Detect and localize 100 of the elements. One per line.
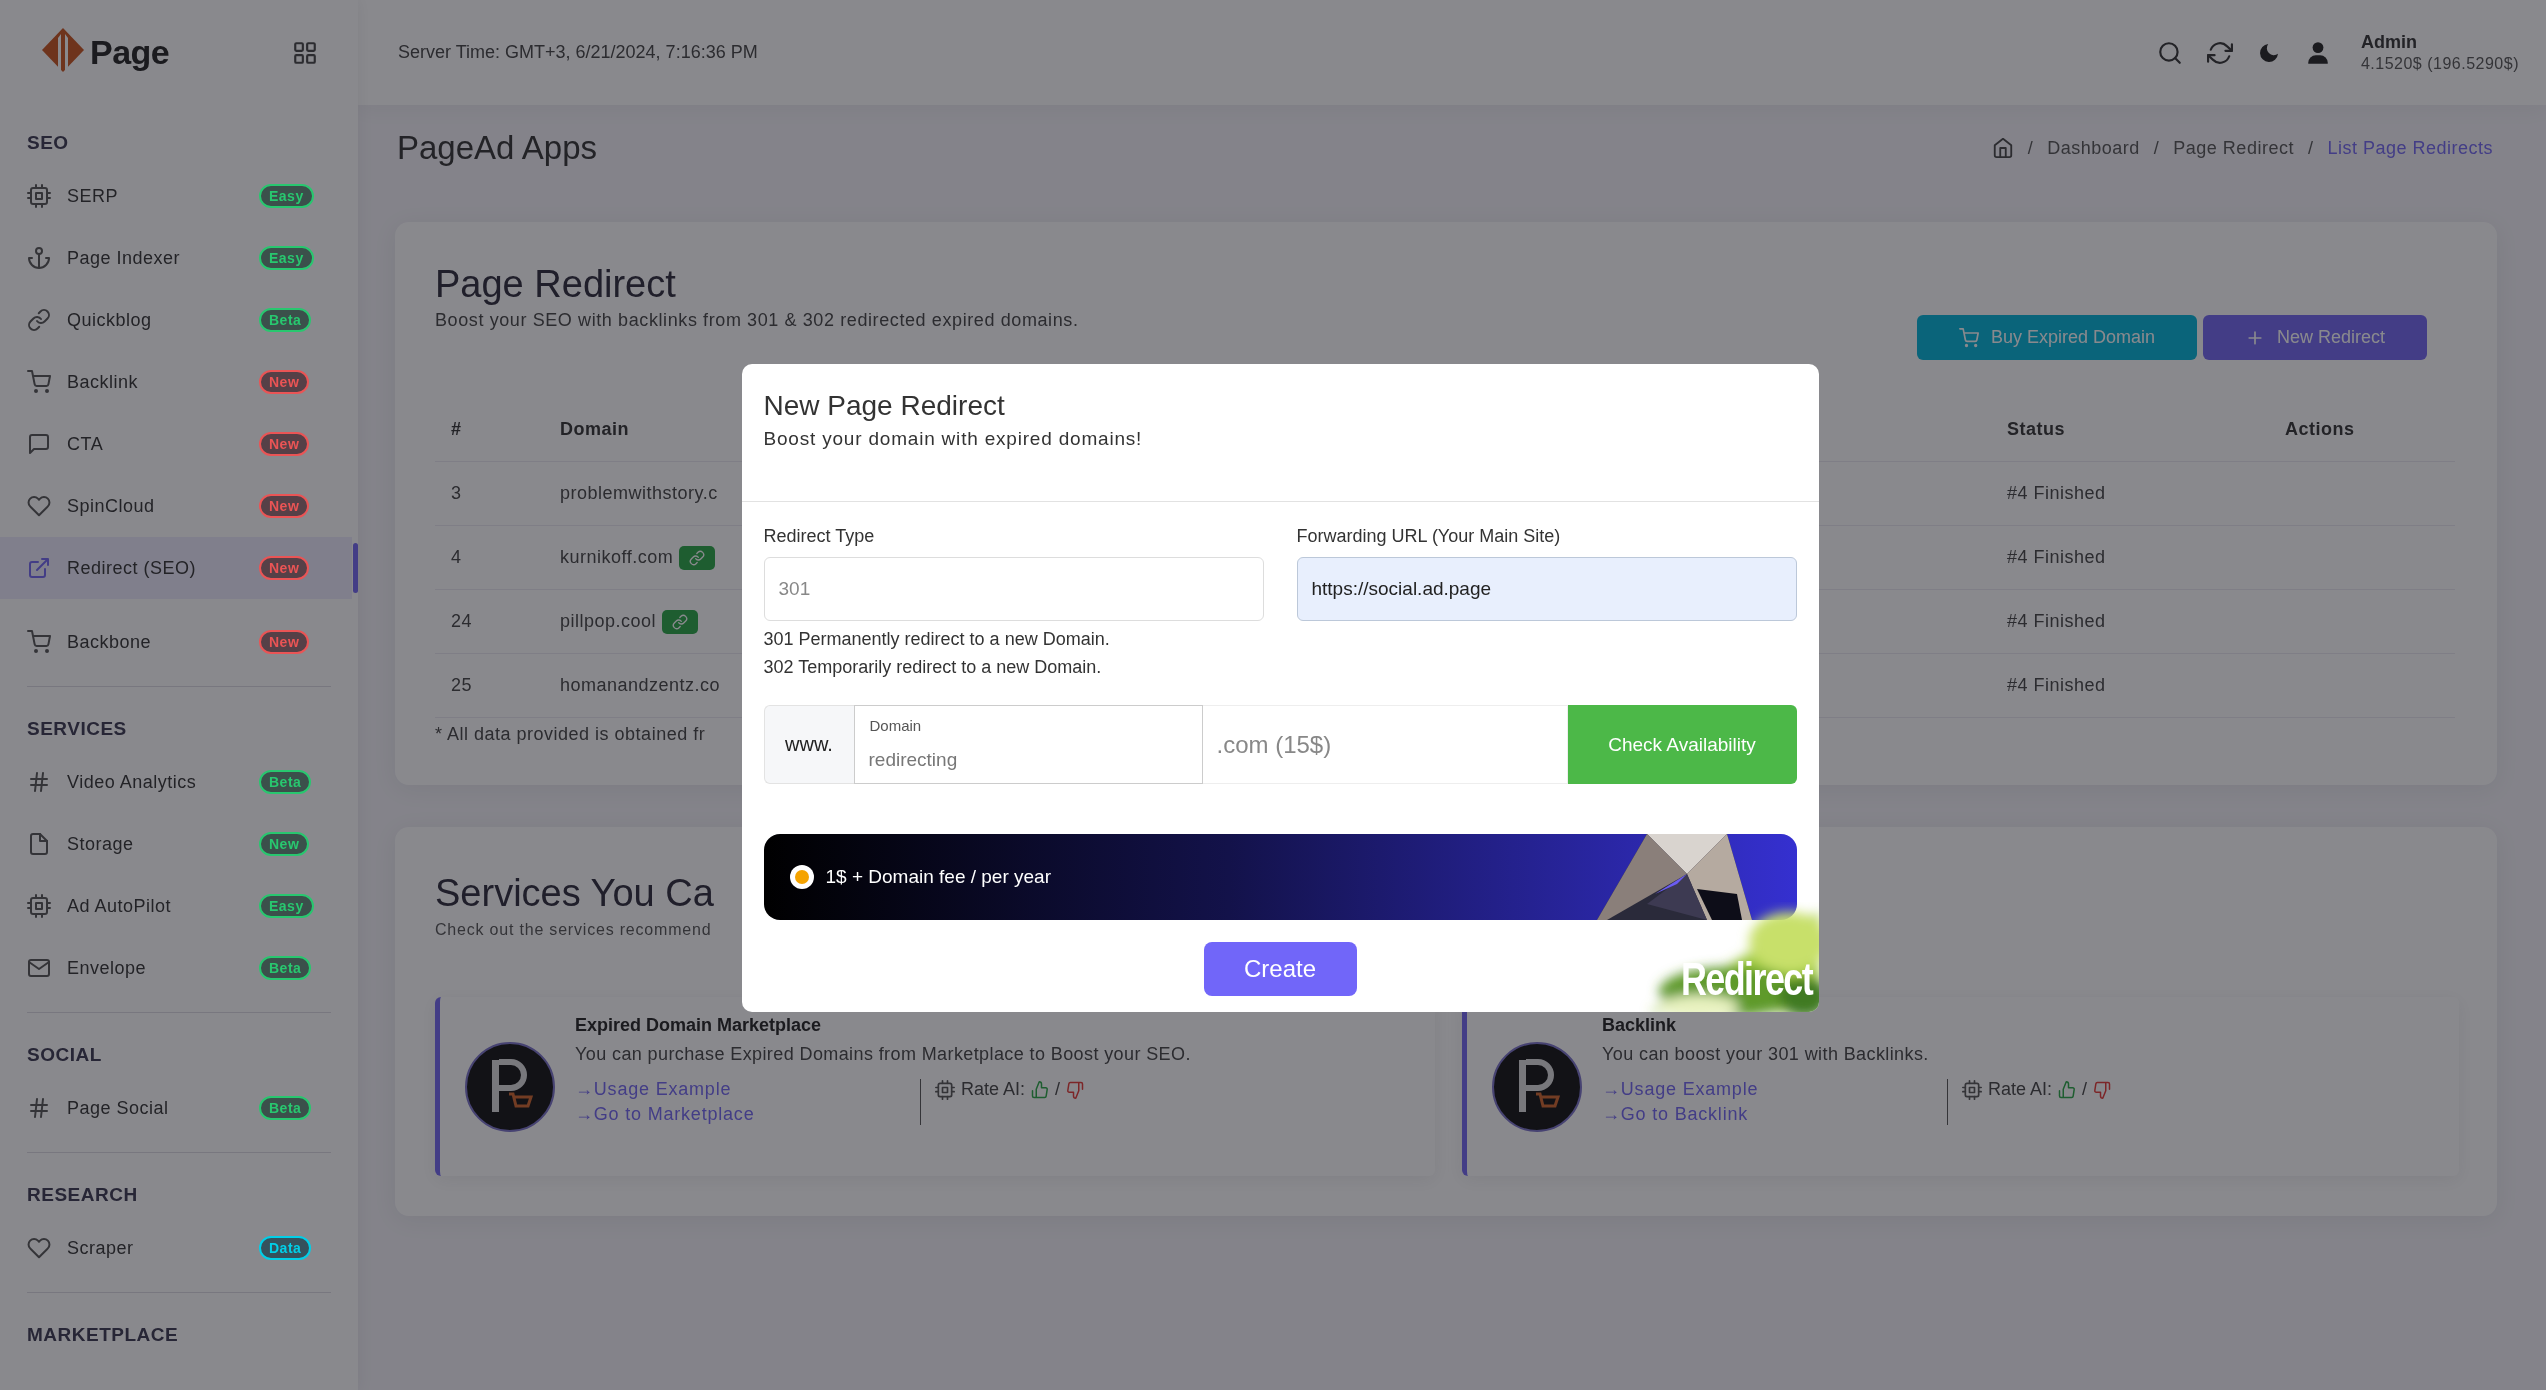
- heart-icon: [27, 1236, 51, 1260]
- status-badge: New: [259, 556, 310, 580]
- column-header: Domain: [560, 419, 629, 440]
- search-icon[interactable]: [2156, 39, 2183, 66]
- hash-icon: [27, 1096, 51, 1120]
- footnote: * All data provided is obtained fr: [435, 724, 706, 745]
- status-badge: Easy: [259, 184, 314, 208]
- link-badge[interactable]: [679, 545, 716, 570]
- grid-icon[interactable]: [292, 39, 318, 66]
- sidebar-item[interactable]: Quickblog Beta: [0, 289, 358, 351]
- status-badge: Beta: [259, 1096, 312, 1120]
- service-logo-icon: [1492, 1041, 1582, 1132]
- plan-label: 1$ + Domain fee / per year: [825, 866, 1051, 888]
- service-logo-icon: [465, 1041, 555, 1132]
- chip-icon: [27, 894, 51, 918]
- sidebar-item[interactable]: Page Indexer Easy: [0, 227, 358, 289]
- sidebar-item[interactable]: Backlink New: [0, 351, 358, 413]
- sidebar-item[interactable]: Scraper Data: [0, 1217, 358, 1279]
- chip-icon: [27, 184, 51, 208]
- service-title: Expired Domain Marketplace: [575, 1015, 823, 1036]
- service-description: You can boost your 301 with Backlinks.: [1602, 1044, 1930, 1065]
- section-heading: RESEARCH: [26, 1183, 139, 1207]
- service-link[interactable]: →Usage Example: [1602, 1079, 1947, 1100]
- field-label: Domain: [869, 717, 922, 734]
- server-time: Server Time: GMT+3, 6/21/2024, 7:16:36 PM: [398, 42, 759, 63]
- sidebar-item[interactable]: Storage New: [0, 813, 358, 875]
- service-link[interactable]: →Go to Marketplace: [575, 1104, 920, 1125]
- anchor-icon: [27, 246, 51, 270]
- breadcrumb-separator: /: [2307, 137, 2314, 159]
- field-label: Forwarding URL (Your Main Site): [1296, 525, 1562, 548]
- cart-icon: [1958, 327, 1979, 348]
- new-redirect-button[interactable]: New Redirect: [2202, 315, 2427, 360]
- status-badge: Easy: [259, 246, 314, 270]
- section-heading: SERVICES: [26, 717, 128, 741]
- column-header: Actions: [2285, 419, 2355, 440]
- status-badge: Beta: [259, 956, 312, 980]
- card-subtitle: Boost your SEO with backlinks from 301 & 302 redirected expired domains.: [435, 309, 1079, 332]
- breadcrumb-separator: /: [2153, 137, 2160, 159]
- sidebar-item[interactable]: Backbone New: [0, 611, 358, 673]
- section-heading: SOCIAL: [26, 1043, 103, 1067]
- rating-label: Rate AI:: [961, 1079, 1026, 1100]
- rating-separator: /: [1055, 1079, 1061, 1100]
- domain-cell: homanandzentz.co: [560, 675, 721, 696]
- table-cell-text: 4: [450, 547, 463, 568]
- sidebar-item[interactable]: SERP Easy: [0, 165, 358, 227]
- status-badge: Data: [259, 1236, 312, 1260]
- thumbs-down-icon[interactable]: [2093, 1080, 2112, 1099]
- breadcrumb-separator: /: [2027, 137, 2034, 159]
- sidebar-item[interactable]: CTA New: [0, 413, 358, 475]
- sidebar-item[interactable]: Ad AutoPilot Easy: [0, 875, 358, 937]
- chat-icon: [27, 432, 51, 456]
- hint-text: 302 Temporarily redirect to a new Domain.: [763, 656, 1103, 679]
- section-heading: MARKETPLACE: [26, 1323, 180, 1347]
- table-cell-text: 25: [450, 675, 474, 696]
- breadcrumb-link[interactable]: Dashboard: [2047, 137, 2140, 159]
- hash-icon: [27, 770, 51, 794]
- envelope-icon: [27, 956, 51, 980]
- check-availability-button[interactable]: Check Availability: [1567, 705, 1797, 784]
- sidebar-item[interactable]: Page Social Beta: [0, 1077, 358, 1139]
- domain-cell: kurnikoff.com: [560, 547, 674, 568]
- domain-suffix[interactable]: .com (15$): [1202, 705, 1568, 784]
- domain-cell: problemwithstory.c: [560, 483, 718, 504]
- logo-text: Page: [90, 33, 170, 72]
- user-name[interactable]: Admin: [2360, 32, 2519, 53]
- thumbs-down-icon[interactable]: [1066, 1080, 1085, 1099]
- service-link[interactable]: →Usage Example: [575, 1079, 920, 1100]
- status-badge: New: [259, 370, 310, 394]
- create-button[interactable]: Create: [1203, 942, 1357, 996]
- status-cell-text: #4 Finished: [2006, 675, 2107, 696]
- table-cell-text: 24: [450, 611, 474, 632]
- card-title: Services You Ca: [435, 871, 714, 915]
- home-icon[interactable]: [1991, 137, 2014, 159]
- card-subtitle: Check out the services recommend: [435, 921, 713, 939]
- file-icon: [27, 832, 51, 856]
- breadcrumb-link[interactable]: Page Redirect: [2173, 137, 2294, 159]
- status-cell-text: #4 Finished: [2006, 611, 2107, 632]
- column-header: #: [451, 419, 462, 440]
- sidebar-item[interactable]: Video Analytics Beta: [0, 751, 358, 813]
- hint-text: 301 Permanently redirect to a new Domain.: [763, 628, 1111, 651]
- thumbs-up-icon[interactable]: [1031, 1080, 1050, 1099]
- sidebar-item[interactable]: Envelope Beta: [0, 937, 358, 999]
- service-link[interactable]: →Go to Backlink: [1602, 1104, 1947, 1125]
- chip-icon: [935, 1079, 955, 1100]
- url-field[interactable]: https://social.ad.page: [1296, 557, 1797, 621]
- status-badge: New: [259, 832, 310, 856]
- modal-subtitle: Boost your domain with expired domains!: [763, 428, 1144, 450]
- cart-icon: [27, 630, 51, 654]
- sidebar-item[interactable]: SpinCloud New: [0, 475, 358, 537]
- card-title: Page Redirect: [435, 262, 676, 306]
- status-cell-text: #4 Finished: [2006, 547, 2107, 568]
- refresh-icon[interactable]: [2206, 39, 2233, 66]
- radio-button[interactable]: [789, 865, 814, 889]
- status-badge: Easy: [259, 894, 314, 918]
- thumbs-up-icon[interactable]: [2058, 1080, 2077, 1099]
- link-badge[interactable]: [662, 609, 699, 634]
- breadcrumb-link[interactable]: List Page Redirects: [2327, 137, 2493, 159]
- table-cell-text: 3: [450, 483, 463, 504]
- page-title: PageAd Apps: [397, 129, 597, 167]
- redirect-type-field[interactable]: 301: [763, 557, 1264, 621]
- link-icon: [27, 308, 51, 332]
